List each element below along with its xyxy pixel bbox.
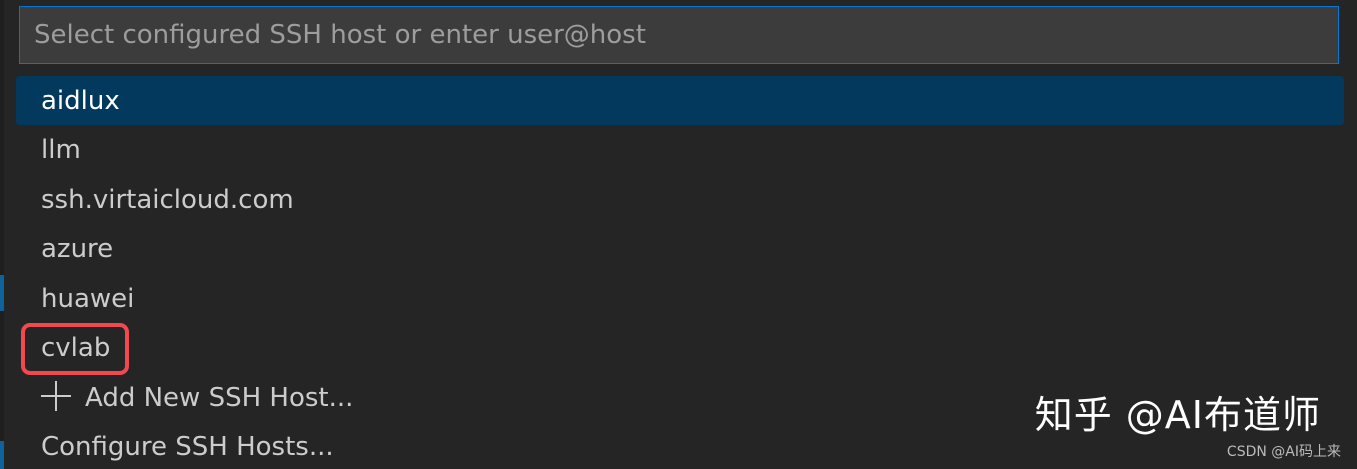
host-search-input[interactable] <box>20 7 1338 63</box>
host-item-llm[interactable]: llm <box>16 125 1344 175</box>
host-item-cvlab[interactable]: cvlab <box>16 323 1344 373</box>
activity-indicator <box>0 441 4 469</box>
host-item-azure[interactable]: azure <box>16 224 1344 274</box>
host-item-label: huawei <box>41 283 135 314</box>
host-item-label: aidlux <box>41 86 120 116</box>
host-search-box[interactable] <box>19 6 1339 64</box>
csdn-watermark: CSDN @AI码上来 <box>1226 444 1341 460</box>
configure-ssh-hosts-label: Configure SSH Hosts... <box>41 432 334 462</box>
host-item-huawei[interactable]: huawei <box>16 274 1344 324</box>
zhihu-watermark: 知乎 @AI布道师 <box>1034 393 1321 437</box>
host-item-label: llm <box>41 135 81 165</box>
ssh-host-quick-pick: aidlux llm ssh.virtaicloud.com azure hua… <box>0 0 1357 469</box>
cvlab-highlight-annotation <box>21 323 129 375</box>
host-item-label: ssh.virtaicloud.com <box>41 184 294 215</box>
host-item-label: azure <box>41 234 114 264</box>
add-new-ssh-host-label: Add New SSH Host... <box>85 382 354 413</box>
editor-left-edge <box>0 0 4 469</box>
plus-icon <box>41 380 71 411</box>
host-item-aidlux[interactable]: aidlux <box>16 76 1344 125</box>
activity-indicator <box>0 275 4 311</box>
host-item-virtaicloud[interactable]: ssh.virtaicloud.com <box>16 175 1344 225</box>
